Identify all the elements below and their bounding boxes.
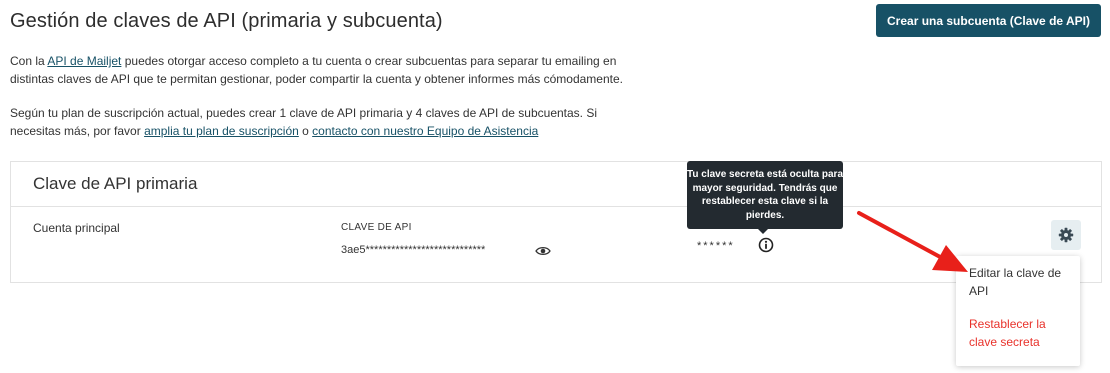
secret-key-tooltip: Tu clave secreta está oculta para mayor …: [687, 161, 843, 229]
plan-paragraph: Según tu plan de suscripción actual, pue…: [10, 106, 598, 138]
card-title: Clave de API primaria: [33, 174, 198, 193]
secret-key-mask: ******: [697, 240, 735, 252]
settings-dropdown-menu: Editar la clave de API Restablecer la cl…: [956, 256, 1080, 366]
mailjet-api-link[interactable]: API de Mailjet: [47, 54, 121, 68]
api-key-value: 3ae5****************************: [341, 244, 486, 256]
menu-item-edit-api-key[interactable]: Editar la clave de API: [969, 264, 1073, 300]
api-key-label: CLAVE DE API: [341, 222, 412, 233]
contact-support-link[interactable]: contacto con nuestro Equipo de Asistenci…: [312, 124, 538, 138]
settings-gear-button[interactable]: [1051, 220, 1081, 250]
create-subaccount-button[interactable]: Crear una subcuenta (Clave de API): [876, 4, 1101, 37]
intro-paragraph: Con la API de Mailjet puedes otorgar acc…: [10, 54, 623, 86]
menu-item-reset-secret-key[interactable]: Restablecer la clave secreta: [969, 315, 1073, 351]
info-icon[interactable]: [758, 237, 774, 253]
primary-api-key-card: Clave de API primaria Cuenta principal C…: [10, 161, 1102, 283]
account-label: Cuenta principal: [33, 221, 120, 235]
gear-icon: [1058, 227, 1074, 243]
page-title: Gestión de claves de API (primaria y sub…: [10, 10, 443, 32]
tooltip-pointer: [758, 229, 768, 234]
upgrade-plan-link[interactable]: amplia tu plan de suscripción: [144, 124, 299, 138]
eye-icon[interactable]: [535, 244, 551, 258]
